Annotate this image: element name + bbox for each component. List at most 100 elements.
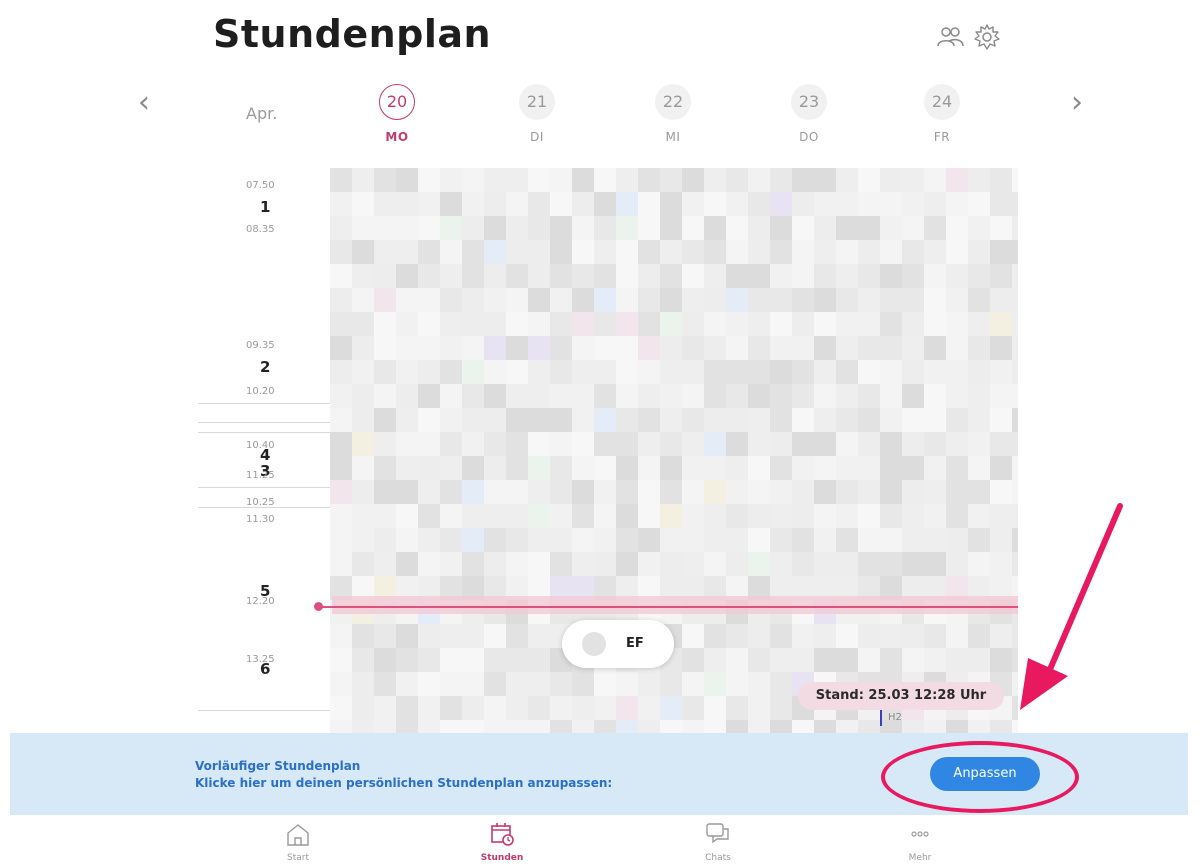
timetable-cell [770, 528, 792, 552]
timetable-cell [968, 288, 990, 312]
timetable-cell [836, 624, 858, 648]
timetable-cell [616, 192, 638, 216]
home-icon [287, 824, 309, 846]
period-start: 10.25 [246, 497, 275, 508]
timetable-cell [660, 192, 682, 216]
timetable-cell [484, 264, 506, 288]
day-thursday[interactable]: 23 DO [784, 84, 834, 144]
timetable-cell [616, 504, 638, 528]
current-time-dot [314, 602, 323, 611]
tab-stunden[interactable]: Stunden [462, 821, 542, 863]
next-week-button[interactable]: › [1062, 88, 1092, 118]
tab-start[interactable]: Start [258, 821, 338, 863]
timetable-cell [374, 192, 396, 216]
timetable-cell [638, 672, 660, 696]
timetable-cell [484, 720, 506, 733]
banner-text: Klicke hier um deinen persönlichen Stund… [195, 776, 613, 790]
tab-label: Mehr [908, 853, 932, 863]
timetable-cell [726, 240, 748, 264]
timetable-cell [462, 240, 484, 264]
timetable-cell [462, 264, 484, 288]
timetable-cell [374, 240, 396, 264]
timetable-cell [396, 456, 418, 480]
timetable-cell [946, 648, 968, 672]
timetable-cell [616, 528, 638, 552]
timetable-cell [506, 336, 528, 360]
timetable-cell [572, 432, 594, 456]
timetable-cell [946, 288, 968, 312]
current-lesson-pill[interactable]: EF [562, 620, 674, 668]
timetable-cell [572, 408, 594, 432]
timetable-cell [1012, 240, 1018, 264]
period-number: 2 [260, 358, 271, 376]
timetable-cell [660, 264, 682, 288]
timetable-cell [550, 384, 572, 408]
timetable-cell [770, 672, 792, 696]
timetable-cell [792, 168, 814, 192]
timetable-cell [1012, 408, 1018, 432]
people-icon[interactable] [935, 22, 965, 52]
timetable-cell [352, 312, 374, 336]
timetable-cell [418, 504, 440, 528]
timetable-cell [990, 264, 1012, 288]
timetable-cell [616, 456, 638, 480]
timetable-cell [748, 672, 770, 696]
tab-mehr[interactable]: Mehr [880, 821, 960, 863]
timetable-cell [704, 528, 726, 552]
timetable-cell [726, 504, 748, 528]
timetable-cell [440, 168, 462, 192]
timetable-cell [550, 312, 572, 336]
timetable-cell [748, 408, 770, 432]
timetable-cell [770, 624, 792, 648]
timetable-cell [594, 168, 616, 192]
day-tuesday[interactable]: 21 DI [512, 84, 562, 144]
gear-icon[interactable] [972, 22, 1002, 52]
timetable-cell [682, 552, 704, 576]
timetable-cell [682, 192, 704, 216]
stand-badge: Stand: 25.03 12:28 Uhr [798, 682, 1004, 710]
timetable-cell [616, 312, 638, 336]
timetable-cell [352, 624, 374, 648]
timetable-cell [990, 504, 1012, 528]
timetable-cell [682, 624, 704, 648]
timetable-cell [440, 672, 462, 696]
timetable-cell [726, 336, 748, 360]
timetable-cell [902, 504, 924, 528]
timetable-cell [440, 216, 462, 240]
timetable-cell [506, 624, 528, 648]
timetable-cell [374, 696, 396, 720]
tab-chats[interactable]: Chats [678, 821, 758, 863]
timetable-cell [440, 264, 462, 288]
current-time-band [332, 596, 1018, 614]
period-end: 08.35 [246, 224, 275, 235]
timetable-cell [748, 696, 770, 720]
timetable-cell [924, 528, 946, 552]
timetable-cell [792, 408, 814, 432]
prev-week-button[interactable]: ‹ [129, 88, 159, 118]
timetable-cell [506, 384, 528, 408]
timetable-cell [396, 240, 418, 264]
timetable-cell [726, 312, 748, 336]
day-friday[interactable]: 24 FR [917, 84, 967, 144]
timetable-cell [792, 528, 814, 552]
timetable-cell [330, 264, 352, 288]
timetable-cell [748, 192, 770, 216]
timetable-cell [924, 264, 946, 288]
timetable-cell [330, 432, 352, 456]
timetable-cell [440, 624, 462, 648]
timetable-cell [704, 408, 726, 432]
day-wednesday[interactable]: 22 MI [648, 84, 698, 144]
day-monday[interactable]: 20 MO [372, 84, 422, 144]
timetable-cell [506, 720, 528, 733]
timetable-cell [770, 240, 792, 264]
timetable-cell [396, 528, 418, 552]
timetable-cell [770, 192, 792, 216]
timetable-cell [814, 528, 836, 552]
timetable-cell [946, 264, 968, 288]
timetable-cell [748, 624, 770, 648]
timetable-cell [946, 336, 968, 360]
timetable-cell [594, 408, 616, 432]
timetable-cell [836, 312, 858, 336]
timetable-cell [594, 480, 616, 504]
timetable-cell [572, 336, 594, 360]
